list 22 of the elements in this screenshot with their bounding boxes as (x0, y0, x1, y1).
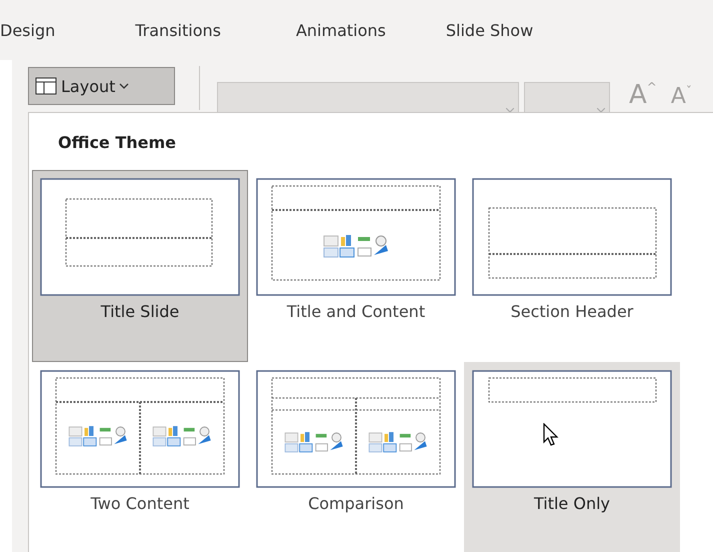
layout-icon (35, 77, 57, 95)
chevron-down-icon (506, 108, 514, 113)
layout-option[interactable]: Section Header (464, 170, 680, 362)
content-types-icon (152, 426, 211, 446)
ribbon-tab[interactable]: Design (0, 20, 56, 40)
layout-option[interactable]: Title Slide (32, 170, 248, 362)
layout-option[interactable]: Comparison (248, 362, 464, 552)
ribbon-tab[interactable]: Animations (296, 20, 386, 40)
layout-option[interactable]: Two Content (32, 362, 248, 552)
layout-option[interactable]: Title and Content (248, 170, 464, 362)
gallery-heading: Office Theme (58, 133, 178, 152)
ribbon-tab[interactable]: Slide Show (446, 20, 534, 40)
content-types-icon (368, 432, 427, 452)
content-types-icon (324, 235, 388, 258)
chevron-down-icon (597, 108, 605, 113)
layout-button[interactable]: Layout (28, 67, 175, 105)
chevron-down-icon (119, 83, 130, 89)
content-types-icon (68, 426, 127, 446)
content-types-icon (284, 432, 343, 452)
layout-option[interactable]: Title Only (464, 362, 680, 552)
mouse-pointer-icon (543, 423, 559, 447)
ribbon-tab[interactable]: Transitions (135, 20, 221, 40)
